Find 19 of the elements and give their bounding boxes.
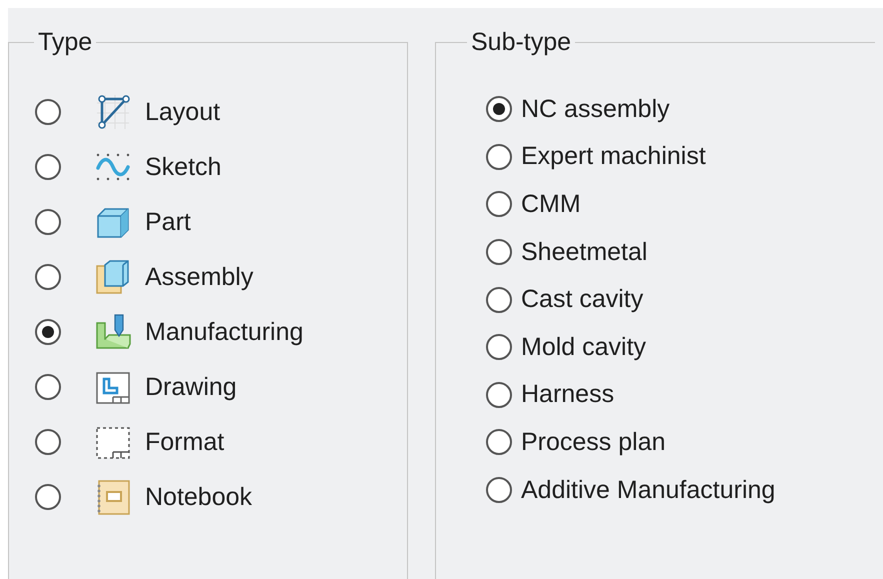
option-label: Drawing	[145, 374, 237, 400]
option-label: Manufacturing	[145, 320, 304, 344]
group-title: Sub-type	[471, 28, 572, 56]
option-label: Notebook	[145, 484, 252, 510]
option-label: Part	[145, 210, 191, 234]
option-label: Harness	[521, 382, 614, 408]
option-label: NC assembly	[521, 96, 670, 122]
option-label: Sketch	[145, 154, 222, 180]
option-label: Format	[145, 430, 224, 454]
option-label: Expert machinist	[521, 144, 706, 170]
option-label: Mold cavity	[521, 334, 646, 360]
option-label: Cast cavity	[521, 287, 644, 312]
option-label: Additive Manufacturing	[521, 478, 776, 503]
option-label: Sheetmetal	[521, 240, 648, 265]
option-label: Assembly	[145, 264, 254, 290]
group-title: Type	[38, 28, 92, 56]
option-label: Process plan	[521, 430, 666, 455]
option-label: CMM	[521, 192, 581, 217]
option-label: Layout	[145, 100, 220, 124]
